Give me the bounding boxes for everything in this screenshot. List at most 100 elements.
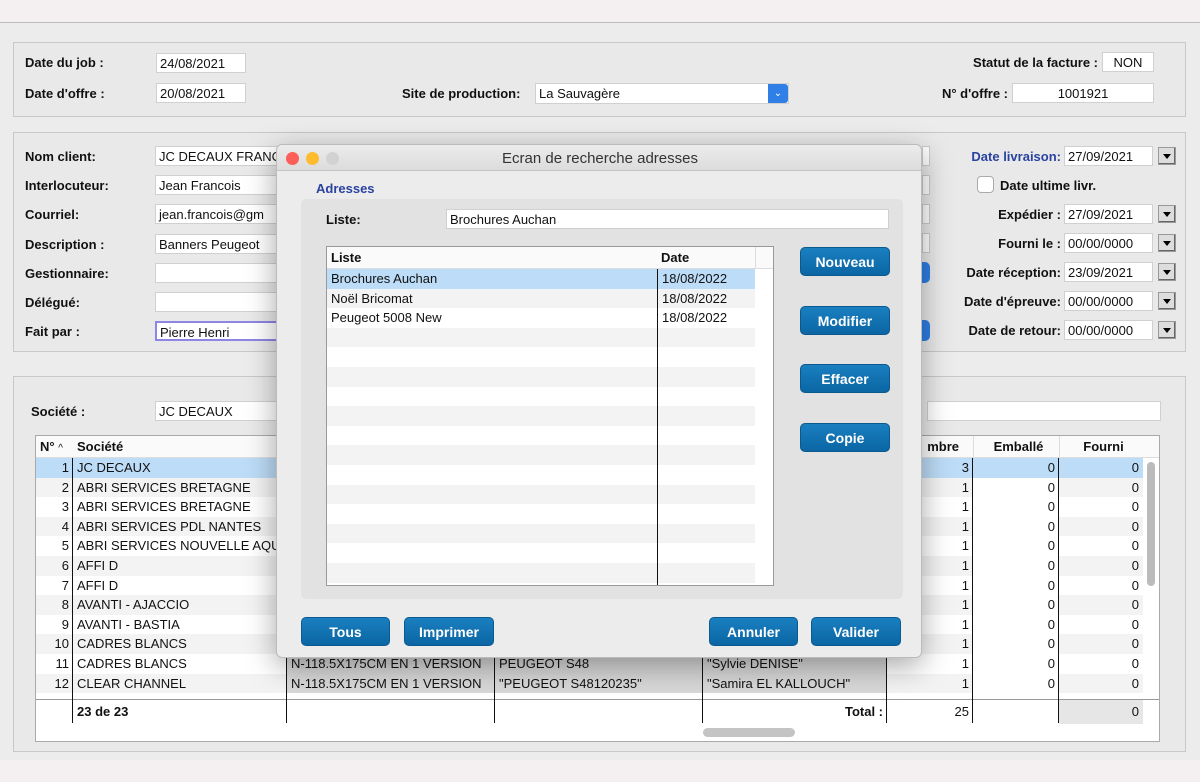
- list-item[interactable]: Noël Bricomat 18/08/2022: [327, 288, 755, 309]
- client-field-input[interactable]: JC DECAUX FRANC: [155, 146, 280, 166]
- date-input[interactable]: 27/09/2021: [1064, 204, 1153, 224]
- copy-button[interactable]: Copie: [800, 423, 890, 452]
- client-field-input[interactable]: Jean Francois: [155, 175, 280, 196]
- list-item[interactable]: [327, 543, 755, 563]
- list-item[interactable]: [327, 327, 755, 348]
- list-item[interactable]: [327, 425, 755, 446]
- table-cell: 12: [54, 675, 69, 691]
- table-cell: 3: [61, 499, 69, 515]
- list-item[interactable]: [327, 445, 755, 465]
- client-field-label: Fait par :: [25, 324, 80, 340]
- list-item[interactable]: [327, 484, 755, 505]
- col-header-date[interactable]: Date: [657, 247, 755, 269]
- client-field-input[interactable]: [155, 292, 280, 312]
- client-field-input[interactable]: [155, 262, 280, 283]
- col-header-liste[interactable]: Liste: [327, 247, 657, 269]
- total-nombre: 25: [954, 704, 969, 719]
- table-cell: "PEUGEOT S48120235": [495, 673, 703, 694]
- vertical-scrollbar[interactable]: [1147, 462, 1155, 586]
- client-field-input[interactable]: Pierre Henri: [155, 321, 280, 342]
- edit-button[interactable]: Modifier: [800, 306, 890, 335]
- table-cell: 0: [973, 516, 1059, 537]
- print-button[interactable]: Imprimer: [404, 617, 494, 646]
- delete-button[interactable]: Effacer: [800, 364, 890, 393]
- date-input[interactable]: 00/00/0000: [1064, 291, 1153, 311]
- footer-divider: [36, 699, 1159, 700]
- date-dropdown-icon[interactable]: [1158, 205, 1176, 223]
- address-search-dialog: Ecran de recherche adresses Adresses Lis…: [276, 144, 922, 658]
- job-date-label: Date du job :: [25, 55, 104, 70]
- list-name-input[interactable]: Brochures Auchan: [446, 209, 889, 229]
- validate-button[interactable]: Valider: [811, 617, 901, 646]
- new-button[interactable]: Nouveau: [800, 247, 890, 276]
- table-cell: 7: [61, 577, 69, 593]
- list-name: Peugeot 5008 New: [331, 310, 442, 326]
- table-cell: 2: [61, 479, 69, 495]
- total-fourni: 0: [1131, 704, 1139, 719]
- chevron-down-icon[interactable]: ⌄: [768, 84, 788, 103]
- date-dropdown-icon[interactable]: [1158, 147, 1176, 165]
- table-cell: N-118.5X175CM EN 1 VERSION: [287, 673, 495, 694]
- date-dropdown-icon[interactable]: [1158, 234, 1176, 252]
- date-label: Date réception:: [966, 265, 1061, 280]
- table-cell: AVANTI - AJACCIO: [77, 597, 190, 613]
- date-label: Date de retour:: [968, 323, 1061, 338]
- date-input[interactable]: 23/09/2021: [1064, 262, 1153, 282]
- table-cell: 0: [973, 458, 1059, 478]
- site-select[interactable]: La Sauvagère ⌄: [535, 83, 789, 104]
- site-label: Site de production:: [402, 86, 521, 101]
- ultimate-date-checkbox[interactable]: [977, 176, 994, 193]
- list-item[interactable]: [327, 523, 755, 544]
- table-cell: 11: [55, 656, 70, 671]
- date-dropdown-icon[interactable]: [1158, 263, 1176, 281]
- date-label[interactable]: Date livraison:: [900, 149, 1061, 164]
- table-cell: 0: [973, 595, 1059, 615]
- row-count: 23 de 23: [77, 704, 129, 719]
- col-header-societe[interactable]: Société: [73, 436, 287, 458]
- societe-input[interactable]: JC DECAUX: [155, 401, 280, 421]
- col-divider: [657, 269, 658, 585]
- table-cell: 0: [1059, 458, 1143, 478]
- list-item[interactable]: [327, 406, 755, 426]
- cancel-button[interactable]: Annuler: [709, 617, 798, 646]
- all-button[interactable]: Tous: [301, 617, 390, 646]
- client-field-label: Délégué:: [25, 295, 80, 310]
- table-cell: 0: [973, 556, 1059, 576]
- list-item[interactable]: [327, 504, 755, 524]
- table-row[interactable]: 12 CLEAR CHANNEL N-118.5X175CM EN 1 VERSIO…: [36, 673, 1143, 694]
- col-header-number[interactable]: N° ^: [36, 436, 73, 458]
- list-item[interactable]: Brochures Auchan 18/08/2022: [327, 269, 755, 289]
- list-item[interactable]: [327, 347, 755, 367]
- client-field-input[interactable]: Banners Peugeot: [155, 233, 280, 254]
- search-input[interactable]: [927, 401, 1161, 421]
- site-value: La Sauvagère: [539, 86, 620, 101]
- col-header-emballe[interactable]: Emballé: [973, 436, 1059, 458]
- list-item[interactable]: [327, 465, 755, 485]
- list-item[interactable]: [327, 367, 755, 387]
- table-cell: 0: [973, 497, 1059, 517]
- table-cell: 1: [961, 675, 969, 691]
- list-label: Liste:: [326, 212, 361, 227]
- client-field-label: Nom client:: [25, 149, 96, 164]
- table-cell: 10: [54, 636, 69, 652]
- list-item[interactable]: Peugeot 5008 New 18/08/2022: [327, 308, 755, 328]
- job-date-input[interactable]: 24/08/2021: [156, 53, 246, 73]
- header-corner: [755, 247, 773, 269]
- list-item[interactable]: [327, 563, 755, 583]
- list-item[interactable]: [327, 386, 755, 407]
- client-field-input[interactable]: jean.francois@gm: [155, 204, 280, 225]
- date-dropdown-icon[interactable]: [1158, 321, 1176, 339]
- date-input[interactable]: 00/00/0000: [1064, 233, 1153, 253]
- total-label: Total :: [844, 704, 883, 719]
- col-header-fourni[interactable]: Fourni: [1059, 436, 1143, 458]
- table-cell: 0: [1131, 577, 1139, 593]
- date-dropdown-icon[interactable]: [1158, 292, 1176, 310]
- horizontal-scrollbar[interactable]: [703, 728, 795, 737]
- offer-number-input[interactable]: 1001921: [1012, 83, 1154, 103]
- table-cell: ABRI SERVICES PDL NANTES: [77, 518, 262, 534]
- date-input[interactable]: 00/00/0000: [1064, 320, 1153, 340]
- table-cell: 5: [61, 538, 69, 554]
- offer-date-input[interactable]: 20/08/2021: [156, 83, 246, 103]
- date-input[interactable]: 27/09/2021: [1064, 146, 1153, 166]
- list-date: 18/08/2022: [662, 271, 728, 286]
